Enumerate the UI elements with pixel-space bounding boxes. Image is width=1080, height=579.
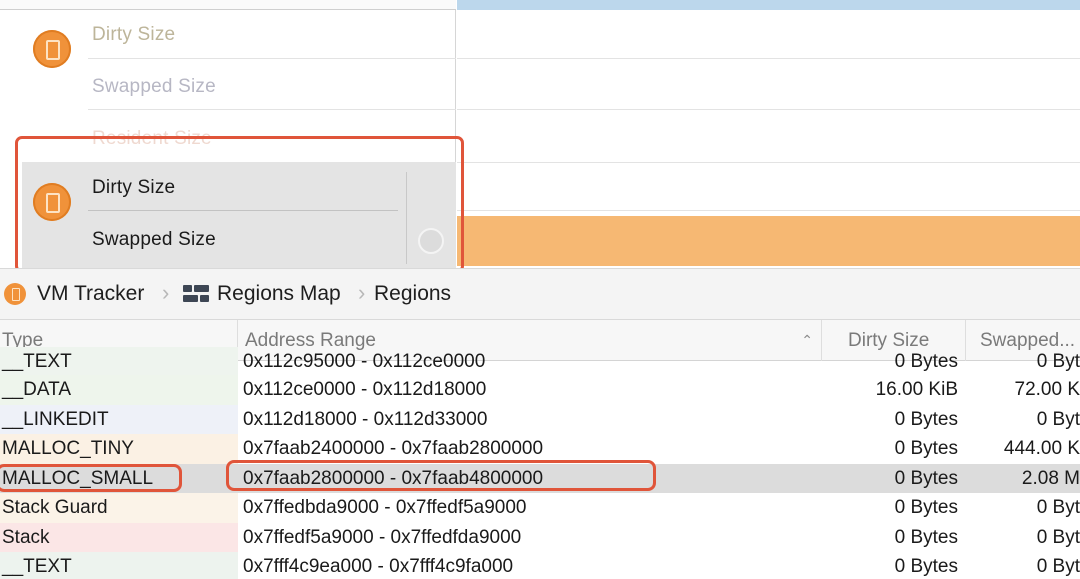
cell-dirty-size: 16.00 KiB bbox=[875, 379, 958, 400]
cell-dirty-size: 0 Bytes bbox=[894, 467, 958, 489]
table-row[interactable]: Stack 0x7ffedf5a9000 - 0x7ffedfda9000 0 … bbox=[0, 522, 1080, 552]
cell-dirty-size: 0 Bytes bbox=[894, 351, 958, 372]
table-row[interactable]: __DATA 0x112ce0000 - 0x112d18000 16.00 K… bbox=[0, 375, 1080, 405]
instrument-tracks-area: Dirty Size Swapped Size Resident Size Di… bbox=[0, 0, 1080, 273]
timeline-row-line bbox=[457, 210, 1080, 211]
divider bbox=[88, 109, 456, 110]
cell-swapped-size: 0 Byt bbox=[1036, 556, 1080, 577]
cell-type: __DATA bbox=[2, 379, 71, 400]
highlight-box-address bbox=[226, 460, 656, 491]
cell-type: MALLOC_TINY bbox=[2, 438, 134, 459]
cell-address-range: 0x7ffedf5a9000 - 0x7ffedfda9000 bbox=[243, 526, 522, 548]
table-row[interactable]: __LINKEDIT 0x112d18000 - 0x112d33000 0 B… bbox=[0, 404, 1080, 434]
track-label-dirty-size: Dirty Size bbox=[92, 24, 176, 45]
timeline-row-line bbox=[457, 109, 1080, 110]
cell-swapped-size: 0 Byt bbox=[1036, 497, 1080, 518]
table-row[interactable]: __TEXT 0x112c95000 - 0x112ce0000 0 Bytes… bbox=[0, 347, 1080, 377]
cell-address-range: 0x112c95000 - 0x112ce0000 bbox=[243, 351, 486, 372]
cell-swapped-size: 0 Byt bbox=[1036, 408, 1080, 430]
cell-swapped-size: 0 Byt bbox=[1036, 526, 1080, 548]
cell-swapped-size: 0 Byt bbox=[1036, 351, 1080, 372]
timeline-ruler[interactable] bbox=[457, 0, 1080, 10]
cell-type: __LINKEDIT bbox=[2, 408, 109, 430]
table-row[interactable]: Stack Guard 0x7ffedbda9000 - 0x7ffedf5a9… bbox=[0, 493, 1080, 523]
regions-table: Type Address Range ⌃ Dirty Size Swapped.… bbox=[0, 320, 1080, 579]
cell-dirty-size: 0 Bytes bbox=[894, 526, 958, 548]
cell-dirty-size: 0 Bytes bbox=[894, 497, 958, 518]
cell-dirty-size: 0 Bytes bbox=[894, 408, 958, 430]
highlight-box-type bbox=[0, 464, 182, 492]
breadcrumb-regions-map[interactable]: Regions Map bbox=[217, 282, 341, 306]
breadcrumb-regions[interactable]: Regions bbox=[374, 282, 451, 306]
vm-tracker-icon bbox=[4, 283, 26, 305]
cell-swapped-size: 444.00 K bbox=[1003, 438, 1080, 459]
cell-address-range: 0x7ffedbda9000 - 0x7ffedf5a9000 bbox=[243, 497, 527, 518]
cell-type: __TEXT bbox=[2, 556, 72, 577]
regions-map-icon bbox=[183, 285, 209, 303]
timeline-row-line bbox=[457, 162, 1080, 163]
cell-swapped-size: 2.08 M bbox=[1021, 467, 1080, 489]
breadcrumb: VM Tracker › Regions Map › Regions bbox=[0, 268, 1080, 320]
cell-type: Stack bbox=[2, 526, 50, 548]
cell-address-range: 0x112ce0000 - 0x112d18000 bbox=[243, 379, 487, 400]
cell-address-range: 0x112d18000 - 0x112d33000 bbox=[243, 408, 488, 430]
highlight-box-tracks bbox=[15, 136, 464, 273]
cell-type: __TEXT bbox=[2, 351, 72, 372]
cell-type: Stack Guard bbox=[2, 497, 108, 518]
divider bbox=[88, 58, 456, 59]
table-row[interactable]: __TEXT 0x7fff4c9ea000 - 0x7fff4c9fa000 0… bbox=[0, 552, 1080, 579]
cell-address-range: 0x7fff4c9ea000 - 0x7fff4c9fa000 bbox=[243, 556, 514, 577]
timeline-activity-band[interactable] bbox=[457, 216, 1080, 266]
cell-dirty-size: 0 Bytes bbox=[894, 556, 958, 577]
chevron-right-icon: › bbox=[358, 280, 366, 305]
cell-dirty-size: 0 Bytes bbox=[894, 438, 958, 459]
cell-swapped-size: 72.00 K bbox=[1014, 379, 1080, 400]
breadcrumb-vm-tracker[interactable]: VM Tracker bbox=[37, 282, 144, 306]
timeline-row-line bbox=[457, 58, 1080, 59]
vm-tracker-icon bbox=[33, 30, 71, 68]
track-header-strip bbox=[0, 0, 456, 10]
track-label-swapped-size: Swapped Size bbox=[92, 76, 216, 97]
chevron-right-icon: › bbox=[162, 280, 170, 305]
